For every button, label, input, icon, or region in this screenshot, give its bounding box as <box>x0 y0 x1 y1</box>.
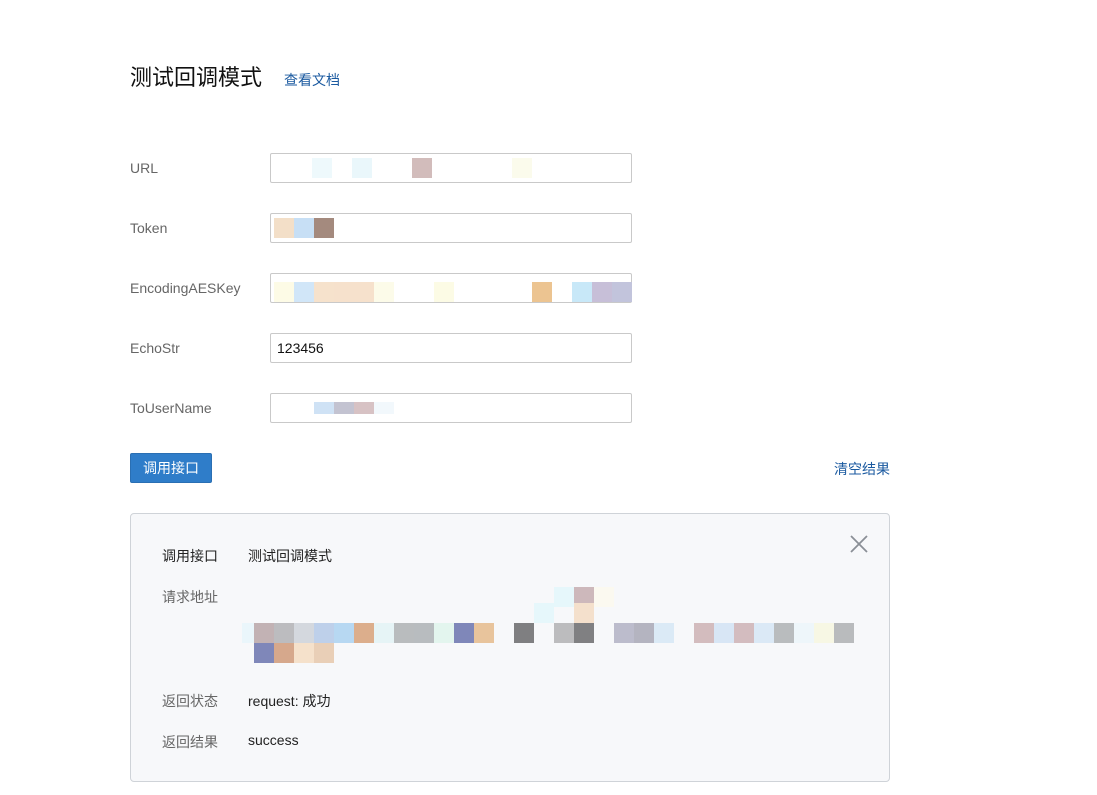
result-interface-value: 测试回调模式 <box>248 548 332 564</box>
echo-str-input[interactable] <box>270 333 632 363</box>
aes-key-label: EncodingAESKey <box>130 280 241 296</box>
header: 测试回调模式 查看文档 <box>130 60 340 92</box>
to-user-field-wrap <box>270 393 632 423</box>
result-address-key: 请求地址 <box>162 589 218 605</box>
result-status-row: 返回状态 request: 成功 <box>162 691 330 711</box>
page-title: 测试回调模式 <box>130 65 263 90</box>
result-address-row: 请求地址 <box>162 587 248 607</box>
token-row: Token <box>130 213 632 243</box>
close-button[interactable] <box>847 532 871 556</box>
to-user-label: ToUserName <box>130 400 212 416</box>
result-interface-row: 调用接口 测试回调模式 <box>162 546 332 566</box>
call-interface-button[interactable]: 调用接口 <box>130 453 212 483</box>
aes-key-row: EncodingAESKey <box>130 273 632 303</box>
result-status-key: 返回状态 <box>162 693 218 709</box>
aes-key-field-wrap <box>270 273 632 303</box>
close-icon <box>850 535 868 553</box>
url-label: URL <box>130 160 159 176</box>
result-interface-key: 调用接口 <box>162 548 218 564</box>
token-field-wrap <box>270 213 632 243</box>
result-output-key: 返回结果 <box>162 734 218 750</box>
result-panel: 调用接口 测试回调模式 请求地址 返回状态 request: 成功 返回结果 s… <box>130 513 890 782</box>
echo-str-label: EchoStr <box>130 340 180 356</box>
url-row: URL <box>130 153 632 183</box>
to-user-row: ToUserName <box>130 393 632 423</box>
url-field-wrap <box>270 153 632 183</box>
result-output-row: 返回结果 success <box>162 732 299 752</box>
token-label: Token <box>130 220 168 236</box>
result-output-value: success <box>248 732 299 748</box>
token-input[interactable] <box>270 213 632 243</box>
page: 测试回调模式 查看文档 URL Token EncodingAESKey Ech… <box>0 0 1097 795</box>
echo-str-row: EchoStr <box>130 333 632 363</box>
url-input[interactable] <box>270 153 632 183</box>
view-docs-link[interactable]: 查看文档 <box>284 70 340 90</box>
aes-key-input[interactable] <box>270 273 632 303</box>
result-status-value: request: 成功 <box>248 693 331 709</box>
clear-results-link[interactable]: 清空结果 <box>834 459 890 479</box>
to-user-input[interactable] <box>270 393 632 423</box>
